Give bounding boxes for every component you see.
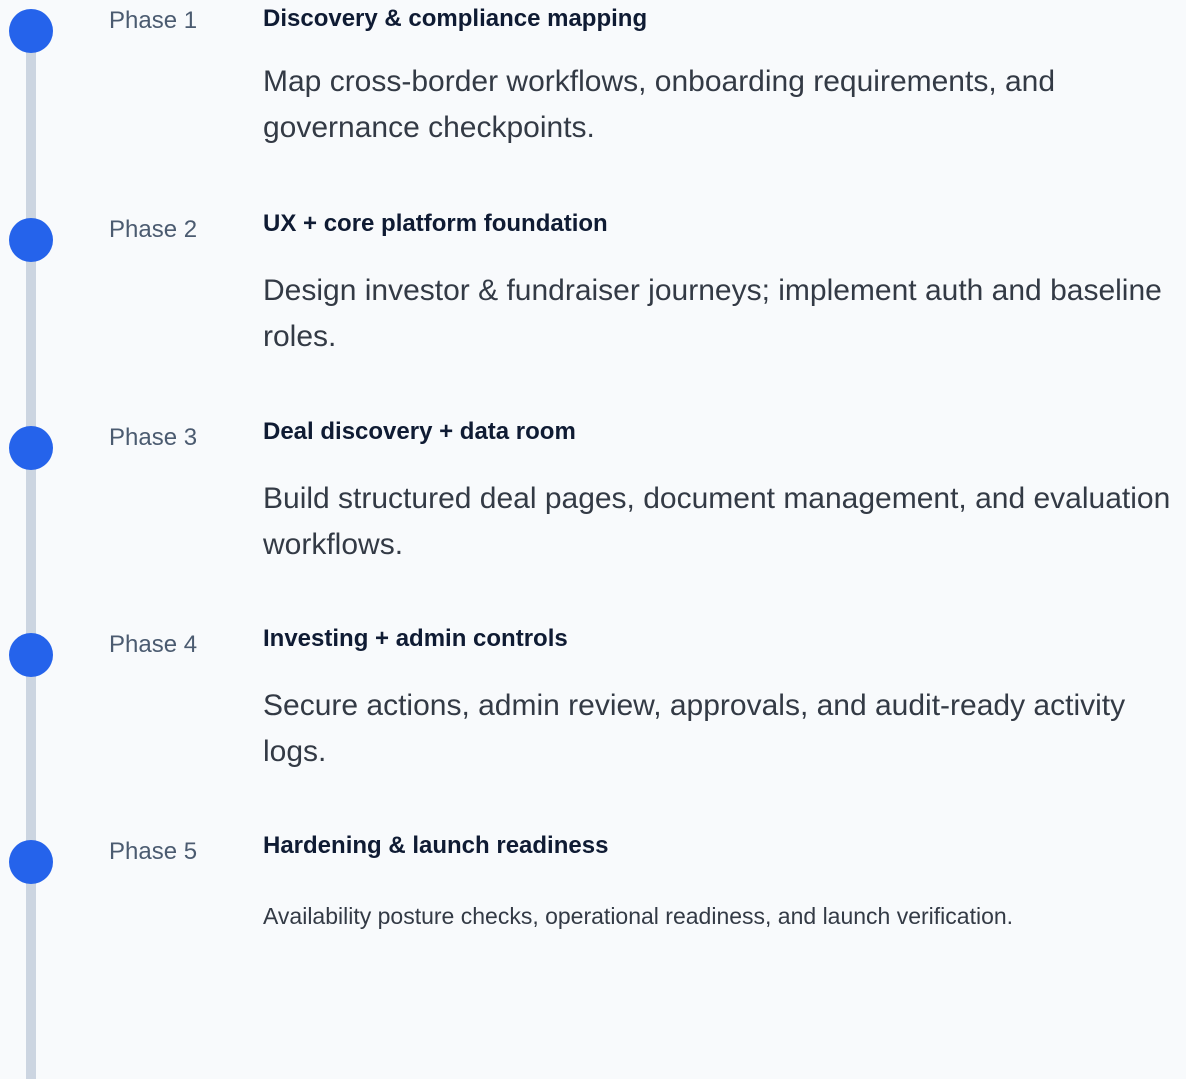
phase-title: Discovery & compliance mapping xyxy=(263,5,648,32)
phase-label: Phase 2 xyxy=(109,216,198,243)
phase-label: Phase 4 xyxy=(109,631,198,658)
timeline-phase-1: Phase 1 Discovery & compliance mapping M… xyxy=(0,0,1186,200)
phase-marker-dot xyxy=(9,218,53,262)
phase-marker-dot xyxy=(9,633,53,677)
phase-label: Phase 3 xyxy=(109,424,198,451)
phase-title: Investing + admin controls xyxy=(263,625,568,652)
phase-title: Hardening & launch readiness xyxy=(263,832,609,859)
timeline-phase-5: Phase 5 Hardening & launch readiness Ava… xyxy=(0,829,1186,1029)
phase-title: Deal discovery + data room xyxy=(263,418,576,445)
phase-description: Availability posture checks, operational… xyxy=(263,903,1014,929)
timeline-phase-2: Phase 2 UX + core platform foundation De… xyxy=(0,207,1186,407)
phase-description: Map cross-border workflows, onboarding r… xyxy=(263,65,1056,144)
phase-marker-dot xyxy=(9,426,53,470)
phase-label: Phase 5 xyxy=(109,838,198,865)
phase-marker-dot xyxy=(9,9,53,53)
phase-description: Design investor & fundraiser journeys; i… xyxy=(263,274,1162,353)
phase-description: Secure actions, admin review, approvals,… xyxy=(263,689,1126,768)
phase-label: Phase 1 xyxy=(109,7,198,34)
phase-marker-dot xyxy=(9,840,53,884)
phase-title: UX + core platform foundation xyxy=(263,210,608,237)
timeline-phase-4: Phase 4 Investing + admin controls Secur… xyxy=(0,622,1186,822)
phase-description: Build structured deal pages, document ma… xyxy=(263,482,1171,561)
timeline-phase-3: Phase 3 Deal discovery + data room Build… xyxy=(0,415,1186,615)
